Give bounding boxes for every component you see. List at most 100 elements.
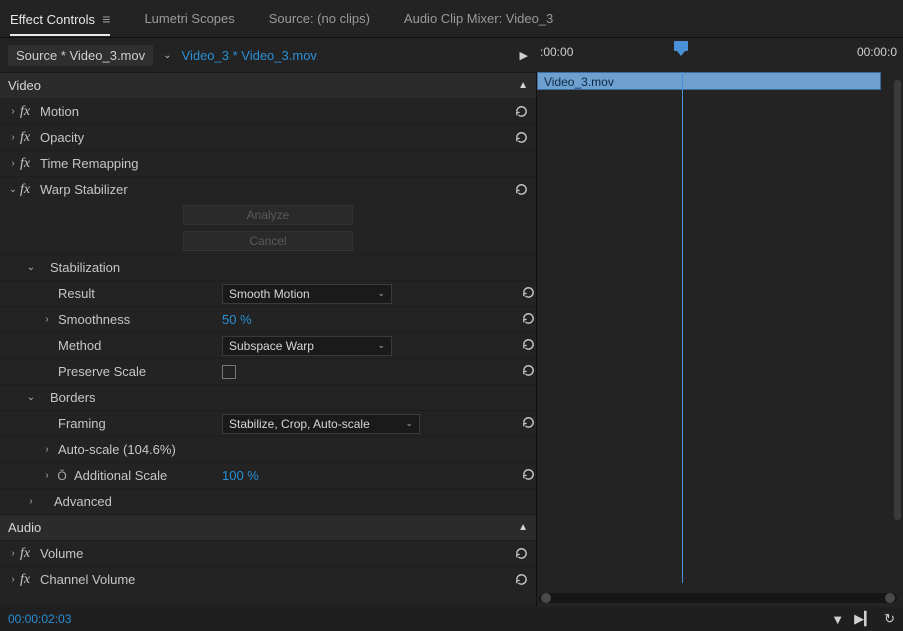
smoothness-value[interactable]: 50 % [222,312,252,327]
param-label: Additional Scale [70,468,222,483]
fx-icon[interactable]: fx [20,572,40,588]
loop-icon[interactable]: ↻ [884,611,895,627]
tab-audio-clip-mixer[interactable]: Audio Clip Mixer: Video_3 [404,11,553,26]
effect-label: Time Remapping [40,156,139,171]
fx-icon[interactable]: fx [20,130,40,146]
expand-icon[interactable]: › [6,158,20,169]
cancel-button[interactable]: Cancel [183,231,353,251]
play-toggle-icon[interactable]: ▶▎ [854,611,874,627]
reset-icon[interactable] [521,467,536,485]
fx-icon[interactable]: fx [20,156,40,172]
framing-select[interactable]: Stabilize, Crop, Auto-scale ⌄ [222,414,420,434]
group-label: Borders [38,390,96,405]
ruler-time-start: :00:00 [540,45,573,59]
effect-warp-stabilizer[interactable]: ⌄ fx Warp Stabilizer [0,176,536,202]
source-clip-label[interactable]: Source * Video_3.mov [8,45,153,66]
fx-icon[interactable]: fx [20,182,40,198]
select-value: Subspace Warp [229,339,314,353]
expand-icon[interactable]: › [40,470,54,481]
chevron-down-icon: ⌄ [377,340,385,351]
param-advanced[interactable]: › Advanced [0,488,536,514]
param-label: Framing [54,416,222,431]
stopwatch-icon[interactable]: Ŏ [54,469,70,483]
fx-icon[interactable]: fx [20,104,40,120]
tab-lumetri-scopes[interactable]: Lumetri Scopes [144,11,234,26]
collapse-icon[interactable]: ⌄ [24,392,38,403]
reset-icon[interactable] [512,104,530,120]
scroll-knob-left[interactable] [541,593,551,603]
param-label: Method [54,338,222,353]
collapse-icon[interactable]: ⌄ [6,184,20,195]
reset-icon[interactable] [512,546,530,562]
effect-controls-panel: Video ▲ › fx Motion › fx Opacity › fx Ti… [0,72,536,607]
analyze-button[interactable]: Analyze [183,205,353,225]
preserve-scale-checkbox[interactable] [222,365,236,379]
chevron-down-icon[interactable]: ⌄ [163,50,171,61]
fx-icon[interactable]: fx [20,546,40,562]
chevron-down-icon: ⌄ [405,418,413,429]
reset-icon[interactable] [521,285,536,303]
effect-channel-volume[interactable]: › fx Channel Volume [0,566,536,592]
additional-scale-value[interactable]: 100 % [222,468,259,483]
tab-source[interactable]: Source: (no clips) [269,11,370,26]
tab-effect-controls[interactable]: Effect Controls ≡ [10,11,110,36]
expand-icon[interactable]: › [6,106,20,117]
vertical-scrollbar-thumb[interactable] [894,80,901,520]
timeline-body[interactable]: Video_3.mov [536,72,903,607]
effect-volume[interactable]: › fx Volume [0,540,536,566]
expand-icon[interactable]: › [40,314,54,325]
caret-up-icon: ▲ [518,522,528,533]
sequence-clip-label[interactable]: Video_3 * Video_3.mov [182,48,317,63]
expand-icon[interactable]: › [6,132,20,143]
group-stabilization[interactable]: ⌄ Stabilization [0,254,536,280]
effect-time-remapping[interactable]: › fx Time Remapping [0,150,536,176]
param-additional-scale: › Ŏ Additional Scale 100 % [0,462,536,488]
timeline-clip[interactable]: Video_3.mov [537,72,881,90]
section-audio[interactable]: Audio ▲ [0,514,536,540]
reset-icon[interactable] [521,415,536,433]
method-select[interactable]: Subspace Warp ⌄ [222,336,392,356]
chevron-down-icon: ⌄ [377,288,385,299]
section-video[interactable]: Video ▲ [0,72,536,98]
param-method: Method Subspace Warp ⌄ [0,332,536,358]
horizontal-scrollbar[interactable] [539,593,897,603]
section-label: Video [8,78,41,93]
effect-opacity[interactable]: › fx Opacity [0,124,536,150]
reset-icon[interactable] [512,572,530,588]
expand-icon[interactable]: › [40,444,54,455]
reset-icon[interactable] [521,337,536,355]
filter-icon[interactable]: ▼ [831,612,844,627]
param-smoothness: › Smoothness 50 % [0,306,536,332]
reset-icon[interactable] [512,130,530,146]
play-icon[interactable]: ▶ [520,49,528,62]
select-value: Stabilize, Crop, Auto-scale [229,417,370,431]
breadcrumb-row: Source * Video_3.mov ⌄ Video_3 * Video_3… [0,38,903,72]
reset-icon[interactable] [512,182,530,198]
reset-icon[interactable] [521,311,536,329]
param-preserve-scale: Preserve Scale [0,358,536,384]
panel-tabs: Effect Controls ≡ Lumetri Scopes Source:… [0,0,903,38]
reset-icon[interactable] [521,363,536,381]
playhead-line[interactable] [682,72,683,583]
param-label: Auto-scale (104.6%) [54,442,222,457]
expand-icon[interactable]: › [6,548,20,559]
analyze-row: Analyze [0,202,536,228]
effect-label: Volume [40,546,83,561]
effect-label: Channel Volume [40,572,135,587]
effect-label: Warp Stabilizer [40,182,128,197]
expand-icon[interactable]: › [24,496,38,507]
group-borders[interactable]: ⌄ Borders [0,384,536,410]
effect-motion[interactable]: › fx Motion [0,98,536,124]
param-label: Result [54,286,222,301]
playhead-icon[interactable] [674,41,688,53]
panel-menu-icon[interactable]: ≡ [102,11,110,27]
param-framing: Framing Stabilize, Crop, Auto-scale ⌄ [0,410,536,436]
expand-icon[interactable]: › [6,574,20,585]
param-auto-scale: › Auto-scale (104.6%) [0,436,536,462]
select-value: Smooth Motion [229,287,310,301]
timeline-ruler[interactable]: :00:00 00:00:0 [536,39,903,71]
collapse-icon[interactable]: ⌄ [24,262,38,273]
result-select[interactable]: Smooth Motion ⌄ [222,284,392,304]
timecode[interactable]: 00:00:02:03 [8,612,71,626]
vertical-scrollbar-track[interactable] [888,72,901,607]
